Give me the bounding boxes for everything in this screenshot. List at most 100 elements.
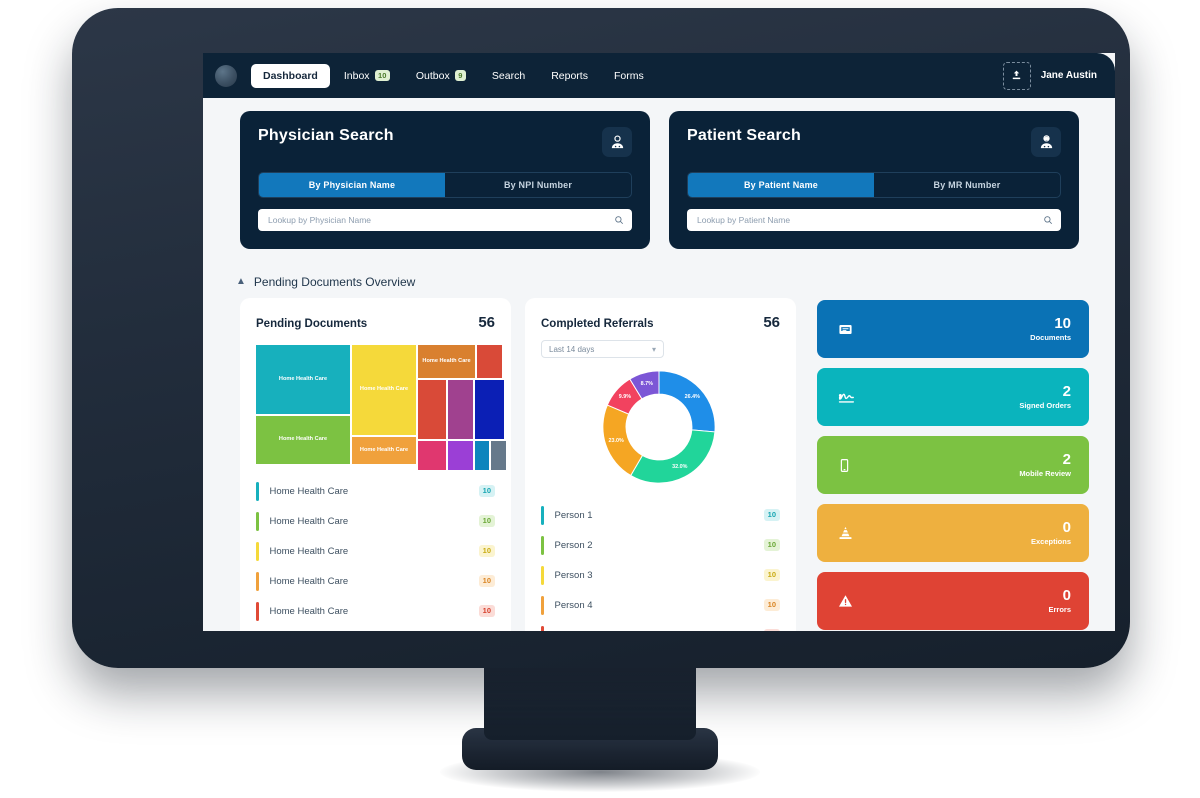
stat-card-exceptions[interactable]: 0 Exceptions bbox=[817, 504, 1089, 562]
treemap-cell[interactable] bbox=[448, 380, 473, 439]
stat-card-label: Errors bbox=[1048, 605, 1071, 615]
list-item[interactable]: Person 5 10 bbox=[541, 620, 780, 631]
stat-card-label: Exceptions bbox=[1030, 537, 1071, 547]
stat-card-mobile-review[interactable]: 2 Mobile Review bbox=[817, 436, 1089, 494]
donut-slice[interactable] bbox=[658, 370, 716, 433]
monitor-bezel: Dashboard Inbox 10 Outbox 9 Search Reports Form… bbox=[72, 8, 1130, 668]
search-panels-row: Physician Search By Physician Name By NPI… bbox=[240, 111, 1080, 249]
list-item[interactable]: Person 1 10 bbox=[541, 500, 780, 530]
stat-card-label: Signed Orders bbox=[1019, 401, 1071, 411]
stat-card-text: 2 Mobile Review bbox=[1019, 451, 1071, 478]
treemap-cell[interactable]: Home Health Care bbox=[256, 415, 350, 464]
nav-item-forms[interactable]: Forms bbox=[602, 64, 656, 88]
search-input-wrap bbox=[687, 209, 1061, 231]
search-input[interactable] bbox=[695, 214, 1043, 226]
search-input-wrap bbox=[258, 209, 632, 231]
donut-slice-label: 8.7% bbox=[640, 380, 653, 387]
nav-item-label: Reports bbox=[551, 69, 588, 82]
search-mode-toggle[interactable]: By NPI Number bbox=[445, 173, 631, 197]
treemap-cell[interactable] bbox=[418, 380, 446, 439]
list-item[interactable]: Person 3 10 bbox=[541, 560, 780, 590]
list-item[interactable]: Person 2 10 bbox=[541, 530, 780, 560]
list-item[interactable]: Home Health Care 10 bbox=[256, 476, 495, 506]
search-mode-toggle[interactable]: By Physician Name bbox=[259, 173, 445, 197]
search-input[interactable] bbox=[266, 214, 614, 226]
list-item-label: Person 2 bbox=[554, 539, 593, 551]
list-item[interactable]: Home Health Care 10 bbox=[256, 596, 495, 626]
panel-header: Pending Documents 56 bbox=[256, 314, 495, 331]
panel-title: Completed Referrals bbox=[541, 318, 654, 330]
list-item-label: Home Health Care bbox=[269, 605, 349, 617]
list-item-badge: 10 bbox=[763, 509, 780, 521]
nav-item-label: Inbox bbox=[343, 69, 370, 82]
donut-slice-label: 26.4% bbox=[684, 393, 700, 400]
monitor-screen: Dashboard Inbox 10 Outbox 9 Search Reports Form… bbox=[203, 53, 1115, 631]
treemap-cell[interactable] bbox=[475, 441, 489, 470]
treemap-row bbox=[418, 441, 506, 470]
stat-card-errors[interactable]: 0 Errors bbox=[817, 572, 1089, 630]
search-icon[interactable] bbox=[614, 215, 624, 225]
completed-referrals-list: Person 1 10 Person 2 10 Person 3 10 Person 4 10… bbox=[541, 500, 780, 631]
traffic-cone-icon bbox=[837, 525, 854, 542]
list-item-badge: 10 bbox=[478, 485, 495, 497]
stat-card-documents[interactable]: 10 Documents bbox=[817, 300, 1089, 358]
search-icon[interactable] bbox=[1043, 215, 1053, 225]
list-item-label: Home Health Care bbox=[269, 545, 349, 557]
nav-item-outbox[interactable]: Outbox 9 bbox=[404, 64, 478, 88]
nav-item-reports[interactable]: Reports bbox=[539, 64, 600, 88]
chevron-up-icon[interactable]: ▲ bbox=[236, 277, 246, 287]
search-mode-toggle[interactable]: By Patient Name bbox=[688, 173, 874, 197]
list-item[interactable]: Home Health Care 10 bbox=[256, 506, 495, 536]
treemap-cell[interactable]: Home Health Care bbox=[256, 345, 350, 414]
panel-title: Pending Documents bbox=[256, 318, 368, 330]
list-item-color-bar bbox=[256, 481, 259, 501]
treemap-cell[interactable]: Home Health Care bbox=[352, 345, 416, 435]
treemap-cell[interactable] bbox=[475, 380, 504, 439]
chevron-down-icon[interactable]: ▾ bbox=[652, 345, 656, 354]
upload-icon[interactable] bbox=[1002, 61, 1031, 90]
donut-slice[interactable] bbox=[630, 429, 716, 484]
donut-slice-label: 23.0% bbox=[608, 438, 624, 445]
treemap-cell-label: Home Health Care bbox=[278, 436, 328, 443]
date-range-value: Last 14 days bbox=[549, 344, 595, 354]
nav-item-label: Dashboard bbox=[263, 69, 318, 82]
treemap-cell[interactable] bbox=[491, 441, 506, 470]
treemap-cell[interactable] bbox=[448, 441, 473, 470]
nav-item-dashboard[interactable]: Dashboard bbox=[251, 63, 330, 88]
list-item[interactable]: Home Health Care 10 bbox=[256, 566, 495, 596]
nav-item-inbox[interactable]: Inbox 10 bbox=[332, 64, 402, 88]
stat-card-text: 0 Exceptions bbox=[1030, 519, 1071, 547]
treemap-cell[interactable]: Home Health Care bbox=[418, 345, 475, 378]
list-item[interactable]: Person 4 10 bbox=[541, 590, 780, 620]
treemap-column: Home Health Care bbox=[418, 345, 506, 470]
date-range-dropdown[interactable]: Last 14 days ▾ bbox=[541, 340, 664, 358]
treemap-cell[interactable] bbox=[418, 441, 446, 470]
patient-avatar-icon bbox=[1031, 127, 1061, 157]
stat-card-signed-orders[interactable]: 2 Signed Orders bbox=[817, 368, 1089, 426]
pending-overview-section-header[interactable]: ▲ Pending Documents Overview bbox=[236, 275, 415, 289]
user-name[interactable]: Jane Austin bbox=[1041, 70, 1097, 81]
nav-item-badge: 10 bbox=[374, 70, 390, 81]
treemap-cell-label: Home Health Care bbox=[359, 386, 409, 393]
treemap-cell[interactable] bbox=[477, 345, 502, 378]
list-item-label: Home Health Care bbox=[269, 485, 349, 497]
nav-item-search[interactable]: Search bbox=[480, 64, 537, 88]
warning-triangle-icon bbox=[837, 593, 854, 610]
list-item-badge: 10 bbox=[763, 599, 780, 611]
list-item[interactable]: Home Health Care 10 bbox=[256, 536, 495, 566]
completed-referrals-panel: Completed Referrals 56 Last 14 days ▾ 26… bbox=[525, 298, 796, 631]
donut-chart-wrap: 26.4% 32.0% 23.0% 9.9% 8.7% bbox=[541, 366, 780, 488]
list-item-color-bar bbox=[541, 535, 544, 555]
stat-card-text: 2 Signed Orders bbox=[1019, 383, 1071, 411]
donut-slice-label: 32.0% bbox=[672, 464, 688, 471]
list-item-badge: 10 bbox=[763, 569, 780, 581]
list-item-color-bar bbox=[541, 595, 544, 615]
list-item-color-bar bbox=[541, 505, 544, 525]
search-mode-toggle[interactable]: By MR Number bbox=[874, 173, 1060, 197]
list-item-label: Person 5 bbox=[555, 630, 593, 632]
pending-documents-list: Home Health Care 10 Home Health Care 10 Home… bbox=[256, 476, 495, 626]
search-mode-toggle-group: By Physician Name By NPI Number bbox=[258, 172, 632, 198]
treemap-cell[interactable]: Home Health Care bbox=[352, 436, 416, 464]
treemap-column: Home Health Care Home Health Care bbox=[256, 345, 350, 464]
nav-item-label: Search bbox=[491, 69, 526, 82]
